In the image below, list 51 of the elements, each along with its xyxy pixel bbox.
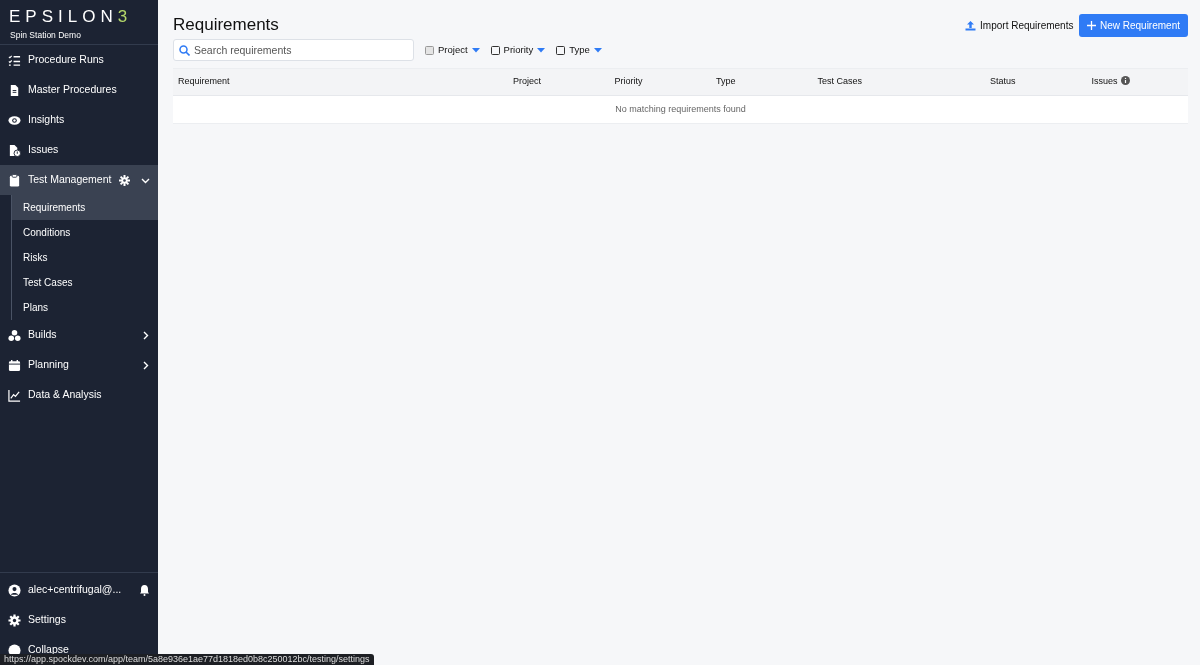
link-url-tooltip: https://app.spockdev.com/app/team/5a8e936e1ae77d1818ed0b8c250012bc/testing/settings bbox=[0, 654, 374, 665]
workspace-name: Spin Station Demo bbox=[9, 29, 82, 42]
column-header: Issues bbox=[1091, 76, 1118, 86]
eye-icon bbox=[8, 113, 21, 127]
sidebar-item[interactable]: Planning bbox=[0, 350, 158, 380]
page-title: Requirements bbox=[173, 15, 279, 36]
caret-icon bbox=[593, 47, 602, 53]
sidebar-item[interactable]: Data & Analysis bbox=[0, 380, 158, 410]
sidebar-item[interactable]: Insights bbox=[0, 105, 158, 135]
plus-icon bbox=[1086, 21, 1096, 30]
document-icon bbox=[8, 143, 21, 157]
column-header: Test Cases bbox=[817, 76, 862, 86]
sidebar-item[interactable]: Settings bbox=[0, 605, 158, 635]
calendar-icon bbox=[8, 358, 21, 372]
column-header: Project bbox=[512, 76, 541, 86]
empty-message: No matching requirements found bbox=[615, 103, 746, 114]
new-requirement-button[interactable]: New Requirement bbox=[1078, 14, 1188, 37]
sidebar-subitem[interactable]: Test Cases bbox=[12, 270, 158, 295]
line-chart-icon bbox=[8, 388, 21, 402]
sidebar-item[interactable]: Master Procedures bbox=[0, 75, 158, 105]
sidebar-item[interactable]: Builds bbox=[0, 320, 158, 350]
sidebar-item[interactable]: alec+centrifugal@... bbox=[0, 575, 158, 605]
document-icon bbox=[8, 83, 21, 97]
column-header: Type bbox=[715, 76, 736, 86]
cubes-icon bbox=[8, 328, 21, 342]
checkbox[interactable] bbox=[556, 45, 566, 55]
column-header: Status bbox=[990, 76, 1016, 86]
info-icon bbox=[1120, 76, 1130, 85]
import-button[interactable]: Import Requirements bbox=[965, 18, 1074, 33]
search-field[interactable]: Search requirements bbox=[173, 39, 414, 61]
checklist-icon bbox=[8, 53, 21, 67]
filter-dropdown[interactable]: Priority bbox=[490, 42, 546, 58]
sidebar-subitem[interactable]: Plans bbox=[12, 295, 158, 320]
sidebar-subitem[interactable]: Requirements bbox=[12, 195, 158, 220]
bell-icon bbox=[139, 584, 150, 596]
sidebar-subitem[interactable]: Conditions bbox=[12, 220, 158, 245]
caret-icon bbox=[537, 47, 546, 53]
checkbox[interactable] bbox=[490, 45, 500, 55]
column-header: Requirement bbox=[178, 76, 230, 86]
clipboard-icon bbox=[8, 173, 21, 187]
settings-icon[interactable] bbox=[119, 174, 130, 186]
settings-icon bbox=[8, 613, 21, 627]
sidebar-item[interactable]: Procedure Runs bbox=[0, 45, 158, 75]
upload-icon bbox=[965, 20, 977, 31]
filter-dropdown[interactable]: Type bbox=[556, 42, 602, 58]
sidebar-item[interactable]: Issues bbox=[0, 135, 158, 165]
caret-icon bbox=[471, 47, 480, 53]
sidebar-item[interactable]: Test Management bbox=[0, 165, 158, 195]
sidebar-subitem[interactable]: Risks bbox=[12, 245, 158, 270]
user-icon bbox=[8, 583, 21, 597]
column-header: Priority bbox=[614, 76, 643, 86]
